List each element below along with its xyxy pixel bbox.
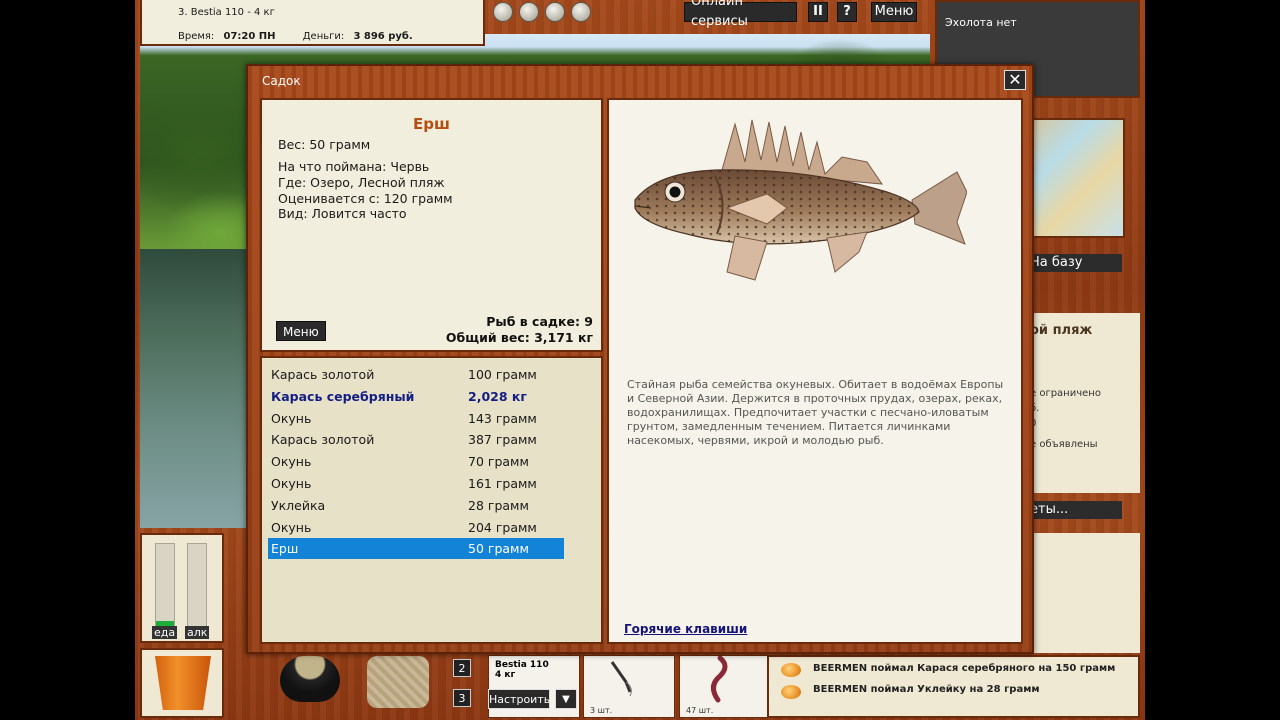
catch-fish-weight: 50 грамм xyxy=(468,541,529,557)
fish-weight: Вес: 50 грамм xyxy=(278,137,371,152)
log-line: BEERMEN поймал Уклейку на 28 грамм xyxy=(813,684,1040,695)
catch-row[interactable]: Карась серебряный 2,028 кг xyxy=(268,386,564,407)
catch-row[interactable]: Окунь 143 грамм xyxy=(268,408,564,429)
pause-button[interactable]: II xyxy=(808,2,828,22)
sack-icon[interactable] xyxy=(367,656,429,708)
fish-location: Где: Озеро, Лесной пляж xyxy=(278,175,445,190)
fish-detail-panel: Ерш Вес: 50 грамм На что поймана: Червь … xyxy=(260,98,603,352)
bell-icon[interactable] xyxy=(571,2,591,22)
hotkeys-link[interactable]: Горячие клавиши xyxy=(624,622,747,636)
catch-fish-weight: 161 грамм xyxy=(468,476,537,491)
bite-alarms xyxy=(493,2,591,22)
bait-2-count: 47 шт. xyxy=(686,706,714,715)
catch-fish-weight: 100 грамм xyxy=(468,367,537,382)
rod-dropdown-button[interactable]: ▼ xyxy=(555,689,577,709)
catch-row[interactable]: Ерш 50 грамм xyxy=(268,538,564,560)
rod-slot-name: Bestia 110 xyxy=(495,660,549,670)
total-weight: Общий вес: 3,171 кг xyxy=(445,330,593,345)
catch-fish-name: Карась серебряный xyxy=(271,388,415,404)
catch-fish-weight: 143 грамм xyxy=(468,410,537,426)
rod-slot-3-button[interactable]: 3 xyxy=(453,689,471,707)
rod-info-panel: 3. Bestia 110 - 4 кг Время: 07:20 ПН Ден… xyxy=(140,0,485,46)
alcohol-label: алк xyxy=(185,626,210,639)
catch-fish-name: Уклейка xyxy=(271,497,326,513)
info-line: б. xyxy=(1030,403,1040,414)
fish-valuation: Оценивается с: 120 грамм xyxy=(278,191,453,206)
location-info-panel: ой пляж е ограничено б. 0 е объявлены xyxy=(1030,313,1140,493)
fish-bait: На что поймана: Червь xyxy=(278,159,430,174)
groundbait-pot-icon[interactable] xyxy=(280,656,340,702)
detail-menu-button[interactable]: Меню xyxy=(276,321,326,341)
rod-slot-2-button[interactable]: 2 xyxy=(453,659,471,677)
online-services-button[interactable]: Онлайн сервисы xyxy=(684,0,797,29)
catch-row[interactable]: Уклейка 28 грамм xyxy=(268,495,564,516)
player-icon xyxy=(781,685,801,699)
close-button[interactable]: ✕ xyxy=(1004,70,1026,90)
ruffe-fish-image xyxy=(634,119,967,281)
catch-row[interactable]: Окунь 70 грамм xyxy=(268,451,564,472)
right-panel-button[interactable]: еты... xyxy=(1030,501,1122,519)
worm-icon xyxy=(711,656,728,703)
configure-rod-button[interactable]: Настроить xyxy=(488,689,550,709)
catch-fish-weight: 204 грамм xyxy=(468,519,537,535)
money-label: Деньги: xyxy=(302,31,345,42)
bait-slot-2[interactable]: 47 шт. xyxy=(679,655,771,718)
catch-row[interactable]: Окунь 204 грамм xyxy=(268,517,564,538)
alcohol-meter xyxy=(187,543,207,627)
echo-status: Эхолота нет xyxy=(945,16,1017,29)
player-icon xyxy=(781,663,801,677)
minimap[interactable] xyxy=(1030,118,1125,238)
bell-icon[interactable] xyxy=(545,2,565,22)
fish-name: Ерш xyxy=(413,115,450,133)
rod-slot-weight: 4 кг xyxy=(495,670,516,680)
info-line: е объявлены xyxy=(1030,439,1098,450)
time-money-row: Время: 07:20 ПН Деньги: 3 896 руб. xyxy=(178,31,413,42)
log-line: BEERMEN поймал Карася серебряного на 150… xyxy=(813,663,1116,674)
info-line: 0 xyxy=(1030,418,1140,429)
catch-fish-name: Окунь xyxy=(271,410,312,426)
time-label: Время: xyxy=(178,31,215,42)
catch-fish-name: Окунь xyxy=(271,476,312,491)
bell-icon[interactable] xyxy=(493,2,513,22)
bucket-icon xyxy=(155,656,211,710)
catch-row[interactable]: Карась золотой 387 грамм xyxy=(268,429,564,450)
bucket-slot[interactable] xyxy=(140,648,224,718)
right-bottom-panel xyxy=(1030,533,1140,653)
catch-fish-weight: 2,028 кг xyxy=(468,388,527,404)
dialog-title: Садок xyxy=(262,74,301,88)
help-button[interactable]: ? xyxy=(837,2,857,22)
catch-fish-name: Карась золотой xyxy=(271,432,375,448)
fish-count: Рыб в садке: 9 xyxy=(486,314,593,329)
bait-slot-1[interactable]: 3 шт. xyxy=(583,655,675,718)
event-log: BEERMEN поймал Карася серебряного на 150… xyxy=(767,655,1140,718)
catch-row[interactable]: Карась золотой 100 грамм xyxy=(268,364,564,385)
catch-list: Карась золотой 100 грамм Карась серебряный… xyxy=(260,356,603,644)
condition-meters: еда алк xyxy=(140,533,224,643)
money-value: 3 896 руб. xyxy=(353,31,413,42)
catch-fish-weight: 387 грамм xyxy=(468,432,537,448)
fish-kind: Вид: Ловится часто xyxy=(278,206,407,221)
catch-fish-name: Карась золотой xyxy=(271,367,375,382)
to-base-button[interactable]: На базу xyxy=(1030,254,1122,272)
lure-icon xyxy=(610,661,632,697)
bell-icon[interactable] xyxy=(519,2,539,22)
catch-fish-name: Ерш xyxy=(271,541,299,557)
fish-description: Стайная рыба семейства окуневых. Обитает… xyxy=(627,378,1004,447)
bait-1-count: 3 шт. xyxy=(590,706,613,715)
time-value: 07:20 ПН xyxy=(223,31,276,42)
location-title: ой пляж xyxy=(1030,323,1093,338)
food-meter xyxy=(155,543,175,627)
catch-fish-weight: 28 грамм xyxy=(468,497,529,513)
catch-fish-name: Окунь xyxy=(271,454,312,470)
fish-description-panel: Стайная рыба семейства окуневых. Обитает… xyxy=(607,98,1023,644)
food-label: еда xyxy=(152,626,178,639)
catch-row[interactable]: Окунь 161 грамм xyxy=(268,473,564,494)
keepnet-dialog: Садок ✕ Ерш Вес: 50 грамм На что поймана… xyxy=(246,64,1034,654)
main-menu-button[interactable]: Меню xyxy=(871,2,917,22)
catch-fish-name: Окунь xyxy=(271,519,312,535)
info-line: е ограничено xyxy=(1030,388,1101,399)
rod-line: 3. Bestia 110 - 4 кг xyxy=(178,7,275,18)
catch-fish-weight: 70 грамм xyxy=(468,454,529,470)
